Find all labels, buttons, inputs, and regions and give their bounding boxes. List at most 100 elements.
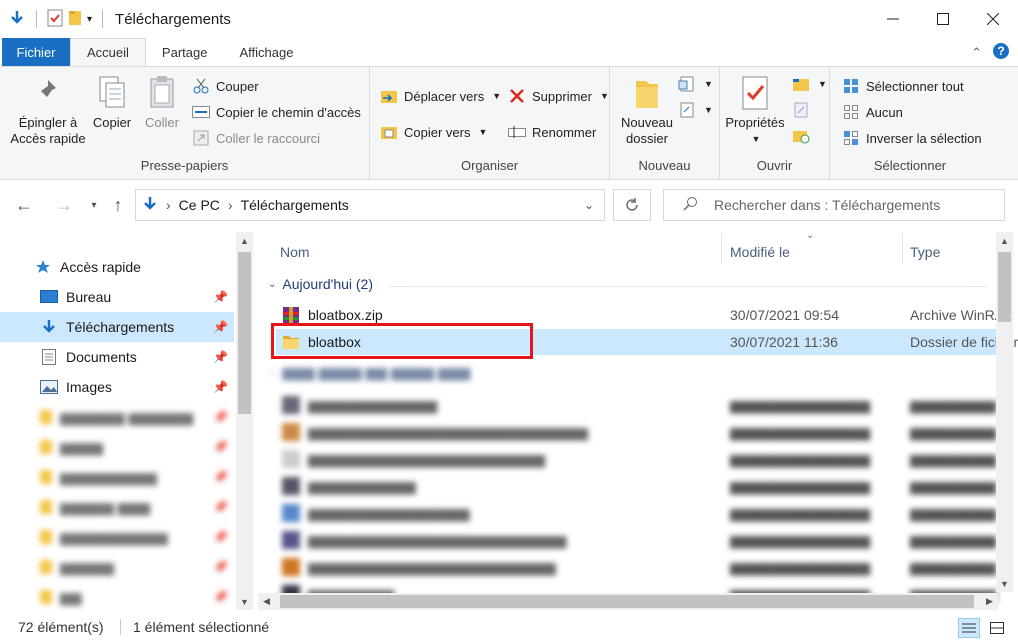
tab-partage[interactable]: Partage — [146, 38, 224, 66]
nav-item-images[interactable]: Images 📌 — [0, 372, 234, 402]
status-separator — [120, 619, 121, 635]
edit-icon — [792, 101, 810, 119]
properties-button[interactable]: Propriétés ▼ — [724, 73, 786, 147]
move-folder-icon — [380, 87, 398, 105]
copy-path-button[interactable]: Copier le chemin d'accès — [192, 101, 361, 123]
easy-access-button[interactable]: ▼ — [678, 99, 713, 121]
scroll-left-icon[interactable]: ◀ — [258, 593, 275, 610]
column-separator[interactable] — [902, 234, 903, 264]
file-row-blurred[interactable]: ▆▆▆▆▆▆▆▆▆▆▆▆▆▆▆▆▆▆▆▆▆▆▆▆▆▆▆▆▆▆▆▆▆▆▆▆▆▆▆▆… — [276, 554, 998, 580]
copy-button[interactable]: Copier — [90, 73, 134, 131]
large-icons-view-button[interactable] — [986, 618, 1008, 638]
details-view-button[interactable] — [958, 618, 980, 638]
search-box[interactable]: Rechercher dans : Téléchargements — [663, 189, 1005, 221]
maximize-button[interactable] — [918, 0, 968, 38]
help-icon[interactable]: ? — [992, 42, 1010, 63]
horizontal-scrollbar[interactable]: ◀ ▶ — [258, 593, 998, 610]
recent-locations-chevron-icon[interactable]: ▾ — [82, 193, 106, 217]
history-button[interactable] — [792, 125, 810, 147]
close-button[interactable] — [968, 0, 1018, 38]
scrollbar-thumb[interactable] — [238, 252, 251, 414]
address-dropdown-icon[interactable]: ⌄ — [584, 198, 594, 212]
breadcrumb-separator-icon: › — [166, 197, 171, 213]
nav-item-telechargements[interactable]: Téléchargements 📌 — [0, 312, 234, 342]
group-label-ouvrir: Ouvrir — [756, 158, 793, 173]
cut-button[interactable]: Couper — [192, 75, 259, 97]
column-separator[interactable] — [721, 234, 722, 264]
scroll-up-icon[interactable]: ▲ — [236, 232, 253, 249]
file-row-blurred[interactable]: ▆▆▆▆▆▆▆▆▆▆▆▆▆▆▆▆▆▆▆▆▆▆▆▆▆▆▆▆▆▆▆▆▆▆▆▆▆▆▆▆… — [276, 446, 998, 472]
file-row-blurred[interactable]: ▆▆▆▆▆▆▆▆▆▆ ▆▆▆▆▆▆▆▆▆▆▆▆▆ ▆▆▆▆▆▆▆▆ — [276, 473, 998, 499]
nav-item-blurred[interactable]: ▆▆▆▆▆▆▆▆▆▆ 📌 — [0, 522, 234, 552]
collapse-ribbon-icon[interactable]: ⌃ — [971, 45, 982, 61]
status-bar: 72 élément(s) 1 élément sélectionné — [0, 612, 1018, 642]
paste-shortcut-button[interactable]: Coller le raccourci — [192, 127, 320, 149]
nav-item-blurred[interactable]: ▆▆▆▆ 📌 — [0, 432, 234, 462]
group-header-today[interactable]: ⌄ Aujourd'hui (2) — [268, 276, 373, 292]
column-header-modified[interactable]: Modifié le — [730, 238, 790, 266]
column-header-type[interactable]: Type — [910, 238, 940, 266]
new-item-button[interactable]: ▼ — [678, 73, 713, 95]
nav-item-blurred[interactable]: ▆▆▆▆▆▆▆▆▆ 📌 — [0, 462, 234, 492]
copy-to-button[interactable]: Copier vers ▼ — [380, 121, 487, 143]
refresh-icon — [626, 198, 638, 211]
edit-button[interactable] — [792, 99, 810, 121]
scrollbar-thumb[interactable] — [998, 252, 1011, 322]
nav-item-documents[interactable]: Documents 📌 — [0, 342, 234, 372]
up-arrow-icon[interactable]: ↑ — [106, 193, 130, 217]
minimize-button[interactable] — [868, 0, 918, 38]
scroll-right-icon[interactable]: ▶ — [981, 593, 998, 610]
nav-item-blurred[interactable]: ▆▆▆▆▆ 📌 — [0, 552, 234, 582]
pin-icon[interactable]: 📌 — [213, 350, 228, 364]
breadcrumb-ce-pc[interactable]: Ce PC — [179, 197, 220, 213]
pin-icon[interactable]: 📌 — [213, 290, 228, 304]
pin-quick-access-button[interactable]: Épingler à Accès rapide — [10, 73, 86, 147]
invert-selection-icon — [842, 129, 860, 147]
file-row-blurred[interactable]: ▆▆▆▆▆▆▆▆▆▆▆▆▆▆▆▆▆▆▆▆▆▆▆▆▆▆▆▆▆▆▆▆▆▆▆▆▆▆▆▆… — [276, 419, 998, 445]
group-label-selectionner: Sélectionner — [873, 158, 947, 173]
download-arrow-icon[interactable] — [8, 9, 26, 30]
pin-icon[interactable]: 📌 — [213, 380, 228, 394]
address-bar[interactable]: › Ce PC › Téléchargements ⌄ — [135, 189, 605, 221]
scroll-up-icon[interactable]: ▲ — [996, 232, 1013, 249]
scroll-down-icon[interactable]: ▼ — [996, 575, 1013, 592]
tab-fichier[interactable]: Fichier — [2, 38, 70, 66]
file-list-scrollbar[interactable]: ▲ ▼ — [996, 232, 1013, 592]
rename-button[interactable]: Renommer — [508, 121, 596, 143]
open-button[interactable]: ▼ — [792, 73, 827, 95]
customize-toolbar-icon[interactable]: ▾ — [87, 14, 92, 25]
delete-button[interactable]: Supprimer ▼ — [508, 85, 609, 107]
file-row-blurred[interactable]: ▆▆▆▆▆▆▆▆▆▆▆▆ ▆▆▆▆▆▆▆▆▆▆▆▆▆ ▆▆▆▆▆▆▆▆ — [276, 392, 998, 418]
tab-accueil[interactable]: Accueil — [70, 38, 146, 66]
forward-arrow-icon[interactable]: → — [52, 193, 76, 217]
nav-item-blurred[interactable]: ▆▆▆▆▆▆ ▆▆▆▆▆▆ 📌 — [0, 402, 234, 432]
new-folder-button[interactable]: Nouveau dossier — [618, 73, 676, 147]
path-icon — [192, 103, 210, 121]
refresh-button[interactable] — [613, 189, 651, 221]
select-all-button[interactable]: Sélectionner tout — [842, 75, 964, 97]
file-row-blurred[interactable]: ▆▆▆▆▆▆▆▆▆▆▆▆▆▆▆▆▆▆▆▆▆▆▆▆▆▆▆▆▆▆▆▆▆▆▆▆▆▆▆▆… — [276, 527, 998, 553]
tab-affichage[interactable]: Affichage — [223, 38, 309, 66]
nav-item-bureau[interactable]: Bureau 📌 — [0, 282, 234, 312]
nav-item-blurred[interactable]: ▆▆ 📌 — [0, 582, 234, 612]
scrollbar-thumb[interactable] — [280, 595, 974, 608]
breadcrumb-telechargements[interactable]: Téléchargements — [241, 197, 349, 213]
select-none-icon — [842, 103, 860, 121]
group-header-blurred[interactable]: ⌄ ▆▆▆ ▆▆▆▆ ▆▆ ▆▆▆▆ ▆▆▆ — [268, 364, 470, 381]
select-none-button[interactable]: Aucun — [842, 101, 903, 123]
nav-quick-access[interactable]: Accès rapide — [0, 252, 234, 282]
invert-selection-button[interactable]: Inverser la sélection — [842, 127, 982, 149]
column-header-name[interactable]: Nom — [280, 238, 310, 266]
nav-item-blurred[interactable]: ▆▆▆▆▆ ▆▆▆ 📌 — [0, 492, 234, 522]
pin-icon[interactable]: 📌 — [213, 320, 228, 334]
properties-icon[interactable] — [47, 9, 63, 30]
file-row-blurred[interactable]: ▆▆▆▆▆▆▆▆▆▆▆▆▆▆▆ ▆▆▆▆▆▆▆▆▆▆▆▆▆ ▆▆▆▆▆▆▆▆ — [276, 500, 998, 526]
new-folder-icon[interactable] — [67, 9, 83, 30]
large-icons-view-icon — [990, 622, 1004, 634]
scroll-down-icon[interactable]: ▼ — [236, 593, 253, 610]
back-arrow-icon[interactable]: ← — [12, 193, 36, 217]
move-to-button[interactable]: Déplacer vers ▼ — [380, 85, 501, 107]
paste-button[interactable]: Coller — [140, 73, 184, 131]
open-folder-icon — [792, 75, 810, 93]
nav-scrollbar[interactable]: ▲ ▼ — [236, 232, 253, 610]
